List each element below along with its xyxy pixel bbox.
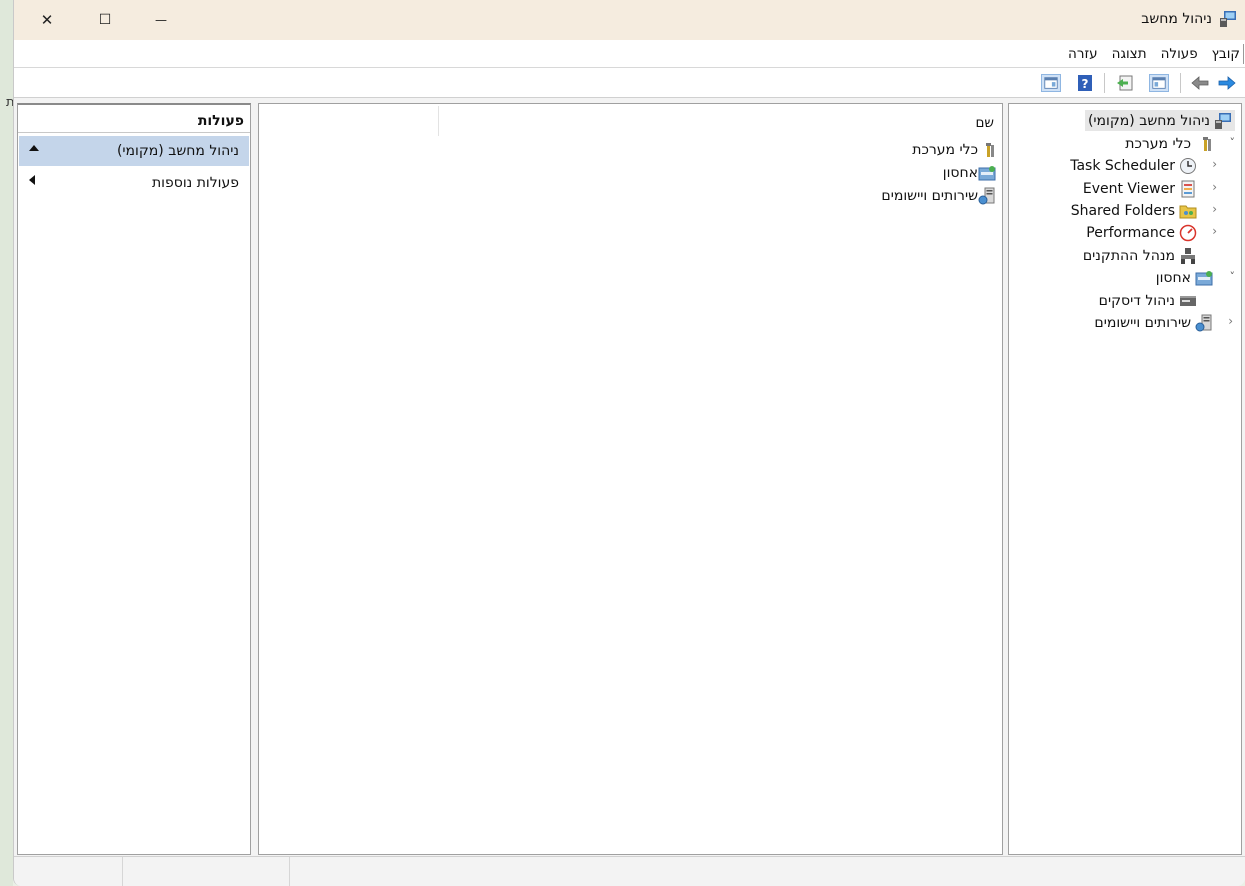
tree-item-system-tools[interactable]: כלי מערכת: [1125, 133, 1213, 154]
tree-item-services-applications[interactable]: שירותים ויישומים: [1094, 312, 1213, 333]
tree-label: אחסון: [1155, 269, 1191, 286]
column-header-name[interactable]: שם: [975, 115, 994, 131]
list-item-system-tools[interactable]: כלי מערכת: [912, 139, 996, 161]
column-header-row: שם: [257, 104, 1002, 136]
tree-label: מנהל ההתקנים: [1082, 247, 1175, 264]
expand-chevron-icon[interactable]: ‹: [1212, 202, 1217, 216]
status-bar: [14, 856, 1245, 886]
background-desktop: ת: [0, 0, 15, 886]
tree-root-computer-management[interactable]: ניהול מחשב (מקומי): [1084, 110, 1235, 131]
tools-icon: [986, 143, 994, 157]
tree-item-shared-folders[interactable]: Shared Folders: [1071, 200, 1197, 221]
maximize-button[interactable]: ☐: [82, 6, 128, 34]
performance-icon: [1179, 224, 1197, 241]
expand-chevron-icon[interactable]: ‹: [1212, 157, 1217, 171]
actions-pane: פעולות ניהול מחשב (מקומי) פעולות נוספות: [17, 103, 251, 855]
menu-help[interactable]: עזרה: [1068, 46, 1098, 62]
menu-separator: [1243, 44, 1244, 64]
action-label: פעולות נוספות: [151, 175, 239, 191]
tree-label: Task Scheduler: [1070, 157, 1175, 174]
services-icon: [978, 187, 995, 205]
menu-action[interactable]: פעולה: [1161, 46, 1198, 62]
toolbar-separator-2: [1104, 73, 1105, 93]
actions-title: פעולות: [197, 113, 244, 129]
menu-bar: קובץ פעולה תצוגה עזרה: [14, 40, 1245, 68]
submenu-arrow-icon[interactable]: [29, 175, 35, 185]
tree-item-event-viewer[interactable]: Event Viewer: [1083, 178, 1197, 199]
close-button[interactable]: ✕: [24, 6, 70, 34]
expand-chevron-icon[interactable]: ‹: [1212, 180, 1217, 194]
minimize-button[interactable]: —: [138, 6, 184, 34]
tree-item-disk-management[interactable]: ניהול דיסקים: [1099, 290, 1197, 311]
status-divider: [122, 857, 123, 886]
menu-file[interactable]: קובץ: [1212, 46, 1240, 62]
console-tree: ניהול מחשב (מקומי) כלי מערכת ˅ Task Sche…: [1008, 103, 1242, 855]
content-pane: שם כלי מערכת אחסון שירותים ויישומים: [258, 103, 1003, 855]
list-item-label: אחסון: [942, 165, 978, 181]
tools-icon: [1203, 136, 1211, 151]
help-icon[interactable]: ?: [1075, 74, 1095, 92]
tree-label: ניהול דיסקים: [1098, 292, 1175, 309]
show-hide-action-pane-icon[interactable]: [1041, 74, 1061, 92]
tree-item-performance[interactable]: Performance: [1086, 222, 1197, 243]
storage-icon: [978, 166, 996, 181]
back-icon[interactable]: [1190, 74, 1210, 92]
storage-icon: [1195, 270, 1213, 285]
title-bar[interactable]: ✕ ☐ — ניהול מחשב: [14, 0, 1245, 40]
list-item-label: שירותים ויישומים: [881, 188, 978, 204]
minimize-icon: —: [155, 13, 167, 27]
tree-item-storage[interactable]: אחסון: [1156, 267, 1213, 288]
computer-management-icon: [1215, 112, 1231, 129]
device-manager-icon: [1181, 247, 1195, 264]
tree-label: ניהול מחשב (מקומי): [1087, 112, 1210, 129]
maximize-icon: ☐: [98, 12, 112, 28]
toolbar: ?: [14, 68, 1245, 98]
tree-label: Shared Folders: [1070, 202, 1175, 219]
forward-icon[interactable]: [1217, 74, 1237, 92]
computer-management-icon: [1220, 11, 1236, 27]
expand-chevron-icon[interactable]: ‹: [1212, 224, 1217, 238]
event-viewer-icon: [1181, 180, 1195, 197]
actions-header: פעולות: [18, 109, 250, 133]
expand-chevron-icon[interactable]: ˅: [1230, 270, 1236, 283]
list-item-label: כלי מערכת: [912, 142, 978, 158]
tree-label: Performance: [1086, 224, 1175, 241]
collapse-up-icon[interactable]: [29, 145, 39, 151]
action-computer-management[interactable]: ניהול מחשב (מקומי): [19, 136, 249, 166]
close-icon: ✕: [40, 11, 54, 29]
disk-icon: [1180, 295, 1196, 306]
tree-label: שירותים ויישומים: [1094, 314, 1191, 331]
tree-label: Event Viewer: [1082, 180, 1175, 197]
export-list-icon[interactable]: [1115, 74, 1135, 92]
window-title: ניהול מחשב: [1141, 11, 1212, 27]
list-item-storage[interactable]: אחסון: [943, 162, 996, 184]
action-more-actions[interactable]: פעולות נוספות: [19, 168, 249, 198]
tree-label: כלי מערכת: [1125, 135, 1191, 152]
column-divider[interactable]: [438, 106, 439, 136]
computer-management-window: ✕ ☐ — ניהול מחשב קובץ פעולה תצוגה עזרה ?…: [13, 0, 1245, 886]
tree-item-task-scheduler[interactable]: Task Scheduler: [1070, 155, 1197, 176]
clock-icon: [1180, 157, 1196, 174]
services-icon: [1195, 314, 1212, 331]
expand-chevron-icon[interactable]: ‹: [1228, 314, 1233, 328]
tree-item-device-manager[interactable]: מנהל ההתקנים: [1083, 245, 1197, 266]
list-item-services[interactable]: שירותים ויישומים: [881, 185, 996, 207]
expand-chevron-icon[interactable]: ˅: [1230, 136, 1236, 149]
toolbar-separator: [1180, 73, 1181, 93]
svg-text:?: ?: [1082, 77, 1089, 91]
menu-view[interactable]: תצוגה: [1112, 46, 1147, 62]
status-divider: [289, 857, 290, 886]
action-label: ניהול מחשב (מקומי): [116, 143, 239, 159]
show-hide-console-tree-icon[interactable]: [1149, 74, 1169, 92]
shared-folders-icon: [1179, 205, 1197, 218]
